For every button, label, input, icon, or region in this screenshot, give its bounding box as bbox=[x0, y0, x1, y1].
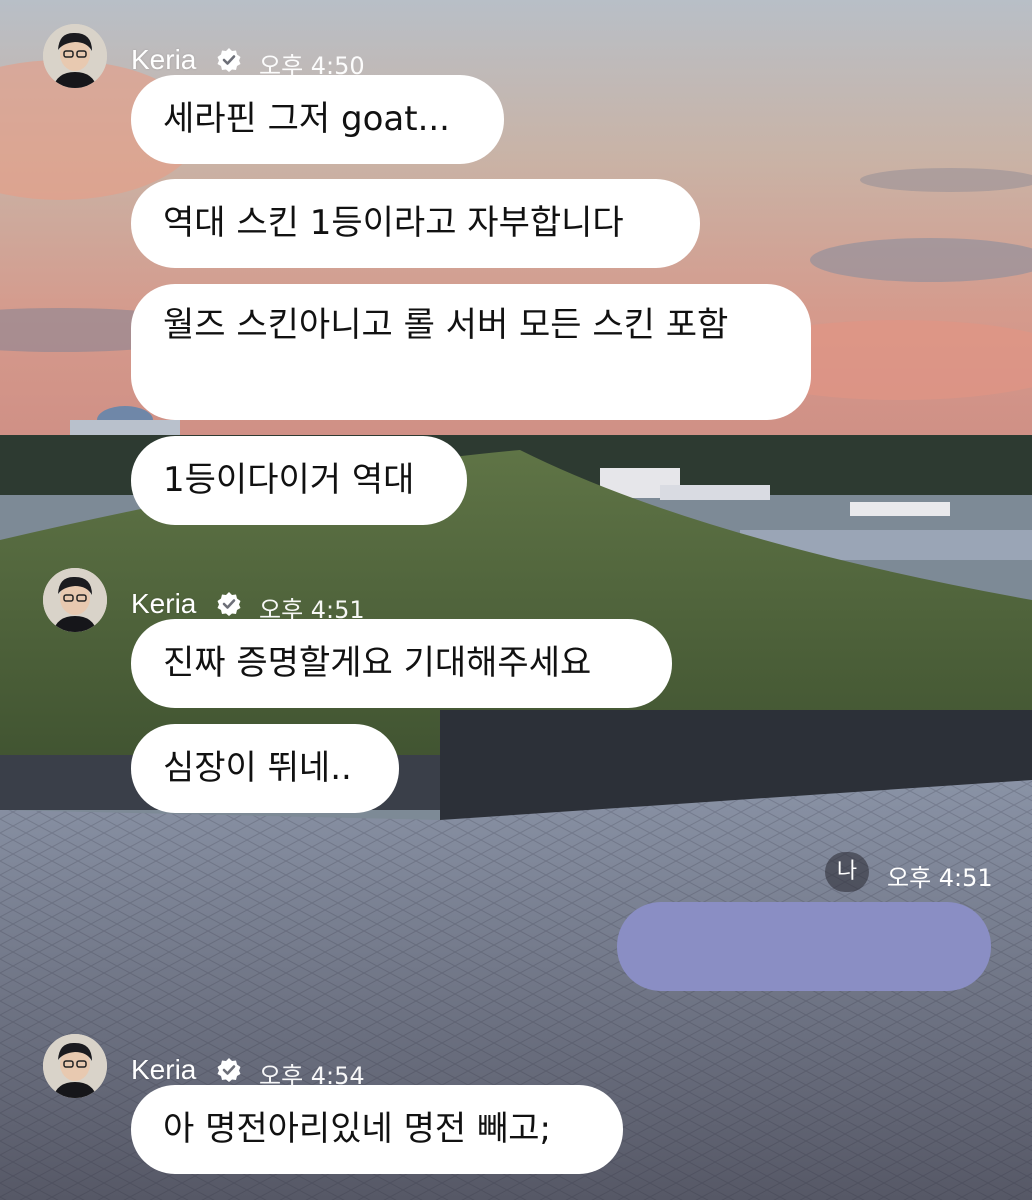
message-bubble[interactable]: 1등이다이거 역대 bbox=[131, 436, 467, 525]
verified-badge-icon bbox=[217, 1058, 241, 1082]
sender-name: Keria bbox=[131, 588, 197, 619]
sender-name: Keria bbox=[131, 44, 197, 75]
my-message-bubble-redacted[interactable] bbox=[617, 902, 991, 991]
verified-badge-icon bbox=[217, 592, 241, 616]
me-badge: 나 bbox=[825, 852, 869, 892]
verified-badge-icon bbox=[217, 48, 241, 72]
avatar[interactable] bbox=[43, 568, 107, 632]
message-bubble[interactable]: 심장이 뛰네.. bbox=[131, 724, 399, 813]
message-bubble[interactable]: 역대 스킨 1등이라고 자부합니다 bbox=[131, 179, 700, 268]
message-bubble[interactable]: 세라핀 그저 goat... bbox=[131, 75, 504, 164]
message-text: 아 명전아리있네 명전 빼고; bbox=[163, 1109, 551, 1149]
message-text: 심장이 뛰네.. bbox=[163, 748, 352, 788]
message-text: 월즈 스킨아니고 롤 서버 모든 스킨 포함 bbox=[163, 305, 729, 345]
message-text: 세라핀 그저 goat... bbox=[163, 99, 450, 139]
sender-name: Keria bbox=[131, 1054, 197, 1085]
message-bubble[interactable]: 진짜 증명할게요 기대해주세요 bbox=[131, 619, 672, 708]
message-text: 1등이다이거 역대 bbox=[163, 460, 415, 500]
avatar[interactable] bbox=[43, 1034, 107, 1098]
my-message-header: 나 오후 4:51 bbox=[825, 852, 1015, 892]
message-text: 역대 스킨 1등이라고 자부합니다 bbox=[163, 203, 624, 243]
message-bubble[interactable]: 월즈 스킨아니고 롤 서버 모든 스킨 포함 bbox=[131, 284, 811, 420]
message-text: 진짜 증명할게요 기대해주세요 bbox=[163, 643, 592, 683]
avatar[interactable] bbox=[43, 24, 107, 88]
message-bubble[interactable]: 아 명전아리있네 명전 빼고; bbox=[131, 1085, 623, 1174]
message-time: 오후 4:51 bbox=[887, 864, 993, 892]
